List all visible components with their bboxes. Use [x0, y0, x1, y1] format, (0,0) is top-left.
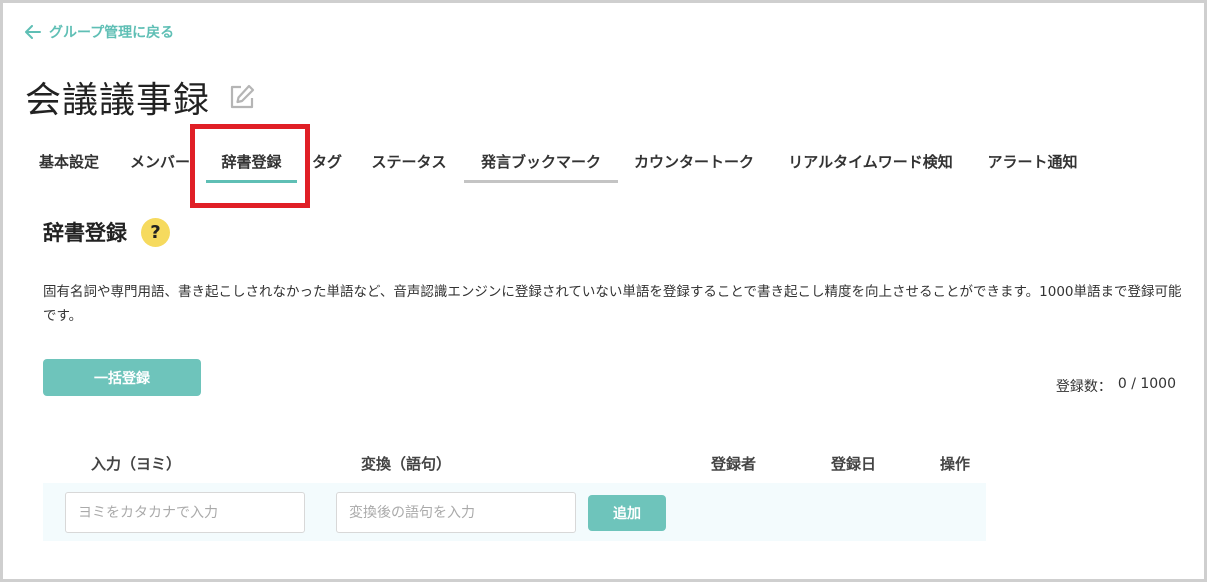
section-description: 固有名詞や専門用語、書き起こしされなかった単語など、音声認識エンジンに登録されて…	[43, 284, 1182, 324]
back-link-label: グループ管理に戻る	[49, 25, 175, 41]
active-tab-indicator	[206, 180, 297, 183]
count-value: 0 / 1000	[1117, 376, 1176, 392]
column-header-phrase: 変換（語句）	[361, 455, 452, 473]
column-header-reading: 入力（ヨミ）	[91, 455, 182, 473]
tab-label: アラート通知	[987, 153, 1078, 171]
count-label: 登録数：	[1055, 379, 1112, 395]
tab-label: リアルタイムワード検知	[788, 153, 953, 171]
back-to-group-management-link[interactable]: グループ管理に戻る	[25, 22, 174, 42]
tab-realtime-word-detection[interactable]: リアルタイムワード検知	[773, 139, 968, 183]
column-header-registration-date: 登録日	[831, 455, 877, 473]
registration-count: 登録数： 0 / 1000	[1056, 376, 1176, 396]
phrase-input[interactable]	[336, 492, 576, 533]
settings-tabs: 基本設定 メンバー 辞書登録 タグ ステータス 発言ブックマーク カウンタートー…	[3, 139, 1103, 185]
page-title: 会議議事録	[25, 80, 211, 121]
bulk-register-label: 一括登録	[94, 370, 150, 387]
tab-status[interactable]: ステータス	[359, 139, 459, 183]
tab-label: メンバー	[129, 153, 190, 171]
tab-label: カウンタートーク	[633, 153, 754, 171]
add-button-label: 追加	[613, 506, 641, 522]
tab-basic-settings[interactable]: 基本設定	[25, 139, 113, 183]
tab-counter-talk[interactable]: カウンタートーク	[623, 139, 765, 183]
title-row: 会議議事録	[25, 71, 256, 123]
tab-members[interactable]: メンバー	[120, 139, 200, 183]
tab-label: ステータス	[371, 153, 447, 171]
tab-label: タグ	[311, 153, 342, 171]
tab-label: 発言ブックマーク	[480, 153, 601, 171]
tab-speech-bookmark[interactable]: 発言ブックマーク	[464, 139, 618, 183]
column-header-actions: 操作	[940, 455, 971, 473]
tab-label: 辞書登録	[221, 153, 282, 171]
page-frame: グループ管理に戻る 会議議事録 基本設定 メンバー 辞書登録 タグ ステータス …	[0, 0, 1207, 582]
section-header: 辞書登録 ?	[43, 217, 170, 247]
tab-alert-notification[interactable]: アラート通知	[975, 139, 1090, 183]
bulk-register-button[interactable]: 一括登録	[43, 359, 201, 396]
help-icon-label: ?	[150, 221, 161, 243]
section-title: 辞書登録	[43, 221, 127, 245]
pencil-edit-icon[interactable]	[228, 83, 256, 111]
tab-label: 基本設定	[38, 153, 99, 171]
new-entry-row: 追加	[43, 483, 986, 541]
help-icon[interactable]: ?	[141, 217, 170, 247]
arrow-left-icon	[25, 25, 41, 39]
tab-tags[interactable]: タグ	[305, 139, 349, 183]
add-button[interactable]: 追加	[588, 495, 666, 531]
reading-input[interactable]	[65, 492, 305, 533]
tab-dictionary-registration[interactable]: 辞書登録	[206, 139, 297, 183]
column-header-registrant: 登録者	[711, 455, 757, 473]
